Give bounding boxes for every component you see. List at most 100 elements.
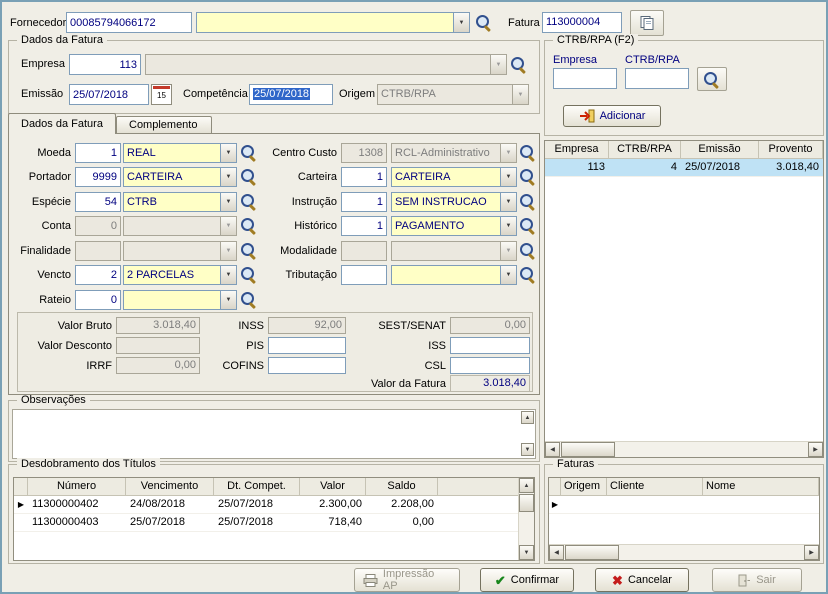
scroll-right-icon[interactable]: ▶ [804, 545, 819, 560]
chevron-down-icon[interactable]: ▼ [453, 13, 469, 32]
copy-button[interactable] [630, 10, 664, 36]
calendar-button[interactable]: 15 [151, 84, 172, 105]
tab-complemento[interactable]: Complemento [116, 116, 212, 133]
chevron-down-icon: ▼ [512, 85, 528, 104]
printer-icon [363, 574, 378, 587]
row-marker-empty [14, 514, 28, 531]
ctrb-search-button[interactable] [697, 67, 727, 91]
portador-code-input[interactable] [75, 167, 121, 187]
chevron-down-icon[interactable]: ▼ [220, 193, 236, 211]
csl-input[interactable] [450, 357, 530, 374]
tributacao-code-input[interactable] [341, 265, 387, 285]
chevron-down-icon[interactable]: ▼ [220, 266, 236, 284]
scrollbar-thumb[interactable] [519, 494, 534, 512]
cell-saldo: 2.208,00 [366, 496, 438, 513]
search-icon[interactable] [241, 145, 257, 161]
search-icon[interactable] [476, 15, 492, 31]
adicionar-button[interactable]: Adicionar [563, 105, 661, 127]
faturas-table: Origem Cliente Nome ▶ ◀ ▶ [548, 477, 820, 561]
cell-empresa: 113 [545, 159, 609, 176]
moeda-combo[interactable]: REAL ▼ [123, 143, 237, 163]
vertical-scrollbar[interactable]: ▲ ▼ [518, 478, 534, 560]
portador-combo[interactable]: CARTEIRA ▼ [123, 167, 237, 187]
valor-bruto-value: 3.018,40 [116, 317, 200, 334]
cancelar-button[interactable]: ✖ Cancelar [595, 568, 689, 592]
horizontal-scrollbar[interactable]: ◀ ▶ [545, 441, 823, 457]
pis-input[interactable] [268, 337, 346, 354]
empresa-code-input[interactable] [69, 54, 141, 75]
ctrb-rpa-input[interactable] [625, 68, 689, 89]
observacoes-textarea[interactable] [12, 409, 536, 459]
table-row[interactable]: ▶ 11300000402 24/08/2018 25/07/2018 2.30… [14, 496, 534, 514]
moeda-code-input[interactable] [75, 143, 121, 163]
scroll-down-icon[interactable]: ▼ [521, 443, 534, 456]
confirmar-button[interactable]: ✔ Confirmar [480, 568, 574, 592]
search-icon[interactable] [520, 194, 536, 210]
table-row-selected[interactable]: 113 4 25/07/2018 3.018,40 [545, 159, 823, 177]
search-icon[interactable] [241, 194, 257, 210]
iss-input[interactable] [450, 337, 530, 354]
instrucao-code-input[interactable] [341, 192, 387, 212]
search-icon[interactable] [241, 169, 257, 185]
horizontal-scrollbar[interactable]: ◀ ▶ [549, 544, 819, 560]
chevron-down-icon[interactable]: ▼ [220, 168, 236, 186]
ctrb-empresa-input[interactable] [553, 68, 617, 89]
chevron-down-icon[interactable]: ▼ [500, 266, 516, 284]
finalidade-code [75, 241, 121, 261]
historico-code-input[interactable] [341, 216, 387, 236]
rateio-combo[interactable]: ▼ [123, 290, 237, 310]
chevron-down-icon[interactable]: ▼ [220, 291, 236, 309]
especie-combo[interactable]: CTRB ▼ [123, 192, 237, 212]
modalidade-value [392, 242, 500, 260]
scrollbar-thumb[interactable] [561, 442, 615, 457]
search-icon[interactable] [520, 169, 536, 185]
finalidade-combo: ▼ [123, 241, 237, 261]
search-icon[interactable] [511, 57, 527, 73]
instrucao-combo[interactable]: SEM INSTRUCAO ▼ [391, 192, 517, 212]
scroll-left-icon[interactable]: ◀ [549, 545, 564, 560]
rateio-code-input[interactable] [75, 290, 121, 310]
cofins-input[interactable] [268, 357, 346, 374]
historico-combo[interactable]: PAGAMENTO ▼ [391, 216, 517, 236]
competencia-input[interactable]: 25/07/2018 [249, 84, 333, 105]
irrf-value: 0,00 [116, 357, 200, 374]
scroll-right-icon[interactable]: ▶ [808, 442, 823, 457]
especie-code-input[interactable] [75, 192, 121, 212]
fornecedor-name-combo[interactable]: ▼ [196, 12, 470, 33]
impressao-ap-button[interactable]: Impressão AP [354, 568, 460, 592]
row-marker-icon: ▶ [14, 496, 28, 513]
scroll-up-icon[interactable]: ▲ [521, 411, 534, 424]
fornecedor-input[interactable] [66, 12, 192, 33]
search-icon[interactable] [241, 243, 257, 259]
chevron-down-icon[interactable]: ▼ [500, 217, 516, 235]
empresa-name-combo: ▼ [145, 54, 507, 75]
emissao-input[interactable] [69, 84, 149, 105]
sair-button[interactable]: Sair [712, 568, 802, 592]
carteira-combo[interactable]: CARTEIRA ▼ [391, 167, 517, 187]
tab-dados-da-fatura[interactable]: Dados da Fatura [8, 113, 116, 134]
chevron-down-icon: ▼ [220, 242, 236, 260]
search-icon[interactable] [241, 292, 257, 308]
search-icon[interactable] [241, 267, 257, 283]
search-icon[interactable] [520, 243, 536, 259]
chevron-down-icon[interactable]: ▼ [500, 193, 516, 211]
search-icon[interactable] [520, 267, 536, 283]
vencto-code-input[interactable] [75, 265, 121, 285]
chevron-down-icon[interactable]: ▼ [220, 144, 236, 162]
scroll-left-icon[interactable]: ◀ [545, 442, 560, 457]
scroll-up-icon[interactable]: ▲ [519, 478, 534, 493]
search-icon[interactable] [241, 218, 257, 234]
scrollbar-thumb[interactable] [565, 545, 619, 560]
chevron-down-icon[interactable]: ▼ [500, 168, 516, 186]
chevron-down-icon: ▼ [500, 242, 516, 260]
search-icon[interactable] [520, 145, 536, 161]
table-header: Empresa CTRB/RPA Emissão Provento [545, 141, 823, 159]
table-row[interactable]: ▶ [549, 496, 819, 514]
carteira-code-input[interactable] [341, 167, 387, 187]
rateio-value [124, 291, 220, 309]
scroll-down-icon[interactable]: ▼ [519, 545, 534, 560]
tributacao-combo[interactable]: ▼ [391, 265, 517, 285]
vencto-combo[interactable]: 2 PARCELAS ▼ [123, 265, 237, 285]
table-row[interactable]: 11300000403 25/07/2018 25/07/2018 718,40… [14, 514, 534, 532]
search-icon[interactable] [520, 218, 536, 234]
